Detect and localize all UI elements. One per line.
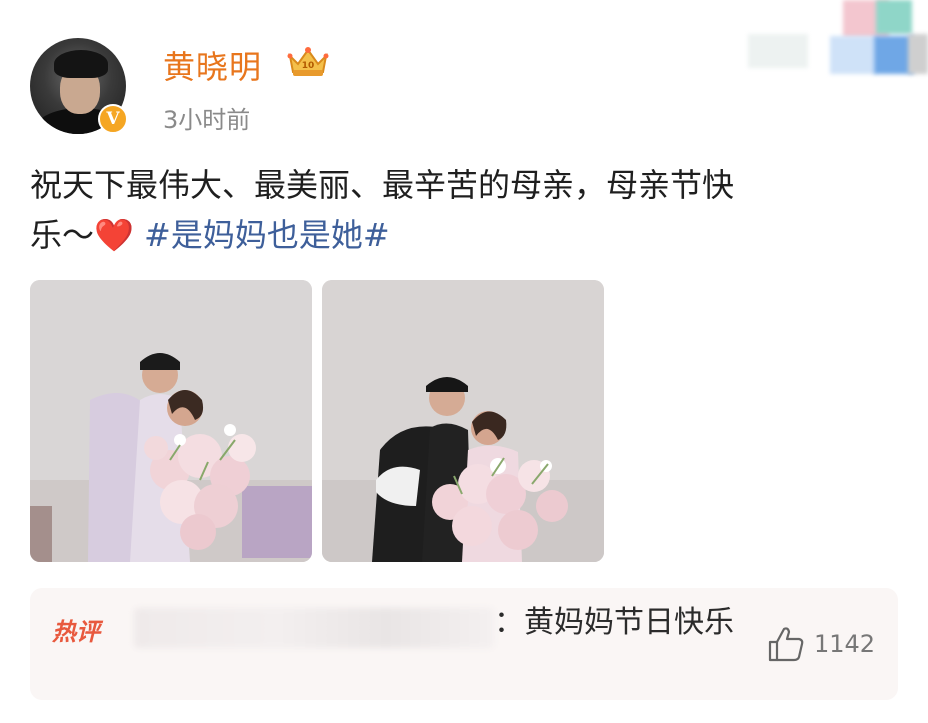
- hot-comment-text: ：黄妈妈节日快乐: [134, 602, 754, 644]
- hot-comment[interactable]: 热评 ：黄妈妈节日快乐 1142: [30, 588, 898, 700]
- hot-comment-body: ：黄妈妈节日快乐: [494, 605, 734, 640]
- svg-text:10: 10: [302, 61, 315, 71]
- post-body: 祝天下最伟大、最美丽、最辛苦的母亲，母亲节快 乐～❤️ #是妈妈也是她#: [30, 160, 900, 260]
- post-image-1[interactable]: [30, 280, 312, 562]
- heart-icon: ❤️: [94, 216, 134, 254]
- hashtag-link[interactable]: #是妈妈也是她#: [144, 216, 390, 254]
- post-time: 3小时前: [163, 106, 251, 134]
- like-button[interactable]: 1142: [766, 624, 875, 664]
- verified-badge-icon: V: [98, 104, 128, 134]
- author-name[interactable]: 黄晓明: [163, 42, 262, 88]
- blurred-top-right-area: [698, 0, 928, 80]
- crown-icon[interactable]: 10: [286, 44, 330, 78]
- like-count: 1142: [814, 630, 876, 658]
- thumbs-up-icon: [768, 627, 804, 662]
- hot-comment-tag: 热评: [52, 618, 100, 646]
- post-image-2[interactable]: [322, 280, 604, 562]
- post-text-line-1: 祝天下最伟大、最美丽、最辛苦的母亲，母亲节快: [30, 166, 735, 204]
- post-text-suffix: 乐～: [30, 216, 95, 254]
- post-text-line-2: 乐～❤️ #是妈妈也是她#: [30, 210, 900, 260]
